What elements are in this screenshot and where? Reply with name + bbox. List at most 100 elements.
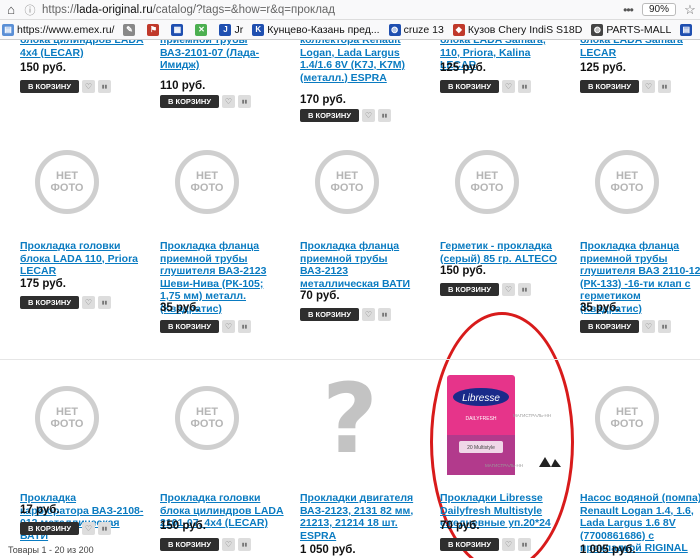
bookmark-star-icon[interactable]: ☆: [680, 2, 700, 18]
product-price: 150 руб.: [440, 265, 486, 277]
add-to-cart-button[interactable]: В КОРЗИНУ: [300, 308, 359, 321]
product-title-link[interactable]: блока LADA Samara LECAR: [580, 40, 700, 59]
add-to-cart-button[interactable]: В КОРЗИНУ: [20, 80, 79, 93]
product-actions: В КОРЗИНУ ♡ ▮▮: [440, 283, 531, 296]
product-price: 170 руб.: [300, 94, 346, 106]
product-card: НЕТ ФОТО Прокладка фланца приемной трубы г…: [140, 120, 275, 359]
add-to-cart-button[interactable]: В КОРЗИНУ: [440, 80, 499, 93]
no-photo-text: НЕТ: [196, 406, 218, 418]
add-to-cart-button[interactable]: В КОРЗИНУ: [160, 320, 219, 333]
add-to-cart-button[interactable]: В КОРЗИНУ: [580, 320, 639, 333]
compare-bars-icon[interactable]: ▮▮: [518, 538, 531, 551]
home-icon[interactable]: ⌂: [0, 1, 22, 19]
compare-bars-icon[interactable]: ▮▮: [238, 95, 251, 108]
favorite-heart-icon[interactable]: ♡: [222, 538, 235, 551]
add-to-cart-button[interactable]: В КОРЗИНУ: [20, 522, 79, 535]
compare-bars-icon[interactable]: ▮▮: [518, 80, 531, 93]
favorite-heart-icon[interactable]: ♡: [362, 308, 375, 321]
bookmark-item[interactable]: ▤: [678, 20, 695, 39]
product-title-link[interactable]: коллектора Renault Logan, Lada Largus 1.…: [300, 40, 425, 84]
info-icon[interactable]: ⓘ: [22, 2, 38, 18]
no-photo-placeholder[interactable]: НЕТ ФОТО: [175, 386, 239, 450]
compare-bars-icon[interactable]: ▮▮: [98, 522, 111, 535]
add-to-cart-button[interactable]: В КОРЗИНУ: [160, 538, 219, 551]
bookmark-item[interactable]: ▤ https://www.emex.ru/: [0, 20, 114, 39]
favorite-heart-icon[interactable]: ♡: [222, 95, 235, 108]
product-price: 17 руб.: [20, 504, 60, 516]
favorite-heart-icon[interactable]: ♡: [642, 320, 655, 333]
no-photo-placeholder[interactable]: НЕТ ФОТО: [175, 150, 239, 214]
compare-bars-icon[interactable]: ▮▮: [238, 538, 251, 551]
add-to-cart-button[interactable]: В КОРЗИНУ: [440, 538, 499, 551]
compare-bars-icon[interactable]: ▮▮: [518, 283, 531, 296]
product-price: 1 050 руб.: [300, 544, 356, 556]
no-photo-text: НЕТ: [56, 170, 78, 182]
favorite-heart-icon[interactable]: ♡: [502, 80, 515, 93]
product-price: 125 руб.: [440, 62, 486, 74]
product-title-link[interactable]: Герметик - прокладка (серый) 85 гр. ALTE…: [440, 240, 565, 265]
question-mark-icon[interactable]: ?: [305, 371, 395, 467]
bookmark-item[interactable]: K Кунцево-Казань пред...: [250, 20, 380, 39]
no-photo-placeholder[interactable]: НЕТ ФОТО: [35, 150, 99, 214]
favorite-heart-icon[interactable]: ♡: [502, 538, 515, 551]
product-price: 125 руб.: [580, 62, 626, 74]
favorite-heart-icon[interactable]: ♡: [82, 522, 95, 535]
page-actions-icon[interactable]: •••: [618, 3, 638, 17]
compare-bars-icon[interactable]: ▮▮: [658, 80, 671, 93]
compare-bars-icon[interactable]: ▮▮: [98, 80, 111, 93]
product-price: 1 005 руб.: [580, 544, 636, 556]
product-title-link[interactable]: Прокладки двигателя ВАЗ-2123, 2131 82 мм…: [300, 492, 425, 542]
url-field[interactable]: https://lada-original.ru/catalog/?tags=&…: [38, 4, 618, 16]
add-to-cart-button[interactable]: В КОРЗИНУ: [160, 95, 219, 108]
add-to-cart-button[interactable]: В КОРЗИНУ: [440, 283, 499, 296]
product-title-link[interactable]: блока цилиндров LADA 4x4 (LECAR): [20, 40, 145, 59]
bookmark-item[interactable]: ◍ cruze 13: [387, 20, 444, 39]
add-to-cart-button[interactable]: В КОРЗИНУ: [20, 296, 79, 309]
product-title-link[interactable]: Прокладка головки блока LADA 110, Priora…: [20, 240, 145, 278]
compare-bars-icon[interactable]: ▮▮: [658, 320, 671, 333]
no-photo-text: НЕТ: [476, 170, 498, 182]
bookmark-item[interactable]: ▦: [169, 20, 186, 39]
product-row: блока цилиндров LADA 4x4 (LECAR) 150 руб.…: [0, 40, 700, 122]
product-actions: В КОРЗИНУ ♡ ▮▮: [20, 522, 111, 535]
bookmark-item[interactable]: ✕: [193, 20, 210, 39]
bookmark-label: cruze 13: [403, 23, 444, 36]
no-photo-placeholder[interactable]: НЕТ ФОТО: [35, 386, 99, 450]
product-actions: В КОРЗИНУ ♡ ▮▮: [440, 80, 531, 93]
product-price: 175 руб.: [20, 278, 66, 290]
no-photo-text: ФОТО: [610, 182, 644, 194]
bookmark-item[interactable]: ◍ PARTS-MALL: [589, 20, 672, 39]
no-photo-placeholder[interactable]: НЕТ ФОТО: [595, 386, 659, 450]
no-photo-placeholder[interactable]: НЕТ ФОТО: [455, 150, 519, 214]
favorite-heart-icon[interactable]: ♡: [82, 80, 95, 93]
product-title-link[interactable]: Прокладка фланца приемной трубы ВАЗ-2123…: [300, 240, 425, 290]
product-photo-libresse[interactable]: Libresse DAILYFRESH 20 Multistyle МАГИСТРАЛ…: [445, 375, 580, 480]
favorite-heart-icon[interactable]: ♡: [502, 283, 515, 296]
product-price: 70 руб.: [300, 290, 340, 302]
no-photo-placeholder[interactable]: НЕТ ФОТО: [595, 150, 659, 214]
url-prefix: https://: [42, 3, 77, 16]
bookmark-label: Jr: [234, 23, 244, 36]
product-title-link[interactable]: приемной трубы ВАЗ-2101-07 (Лада-Имидж): [160, 40, 285, 72]
jr-icon: J: [219, 23, 232, 36]
compare-bars-icon[interactable]: ▮▮: [98, 296, 111, 309]
no-photo-text: НЕТ: [336, 170, 358, 182]
bookmark-item[interactable]: ◆ Кузов Chery IndiS S18D: [451, 20, 582, 39]
bookmark-item[interactable]: ✎: [121, 20, 138, 39]
zoom-indicator[interactable]: 90%: [641, 3, 676, 16]
compare-bars-icon[interactable]: ▮▮: [238, 320, 251, 333]
compare-bars-icon[interactable]: ▮▮: [378, 308, 391, 321]
globe-icon: ◍: [388, 23, 401, 36]
no-photo-text: ФОТО: [190, 182, 224, 194]
favorite-heart-icon[interactable]: ♡: [82, 296, 95, 309]
bookmark-item[interactable]: J Jr: [217, 20, 244, 39]
product-actions: В КОРЗИНУ ♡ ▮▮: [160, 95, 251, 108]
favorite-heart-icon[interactable]: ♡: [222, 320, 235, 333]
bookmark-label: PARTS-MALL: [606, 23, 672, 36]
no-photo-placeholder[interactable]: НЕТ ФОТО: [315, 150, 379, 214]
add-to-cart-button[interactable]: В КОРЗИНУ: [580, 80, 639, 93]
product-actions: В КОРЗИНУ ♡ ▮▮: [20, 80, 111, 93]
flag-icon: ⚑: [147, 23, 160, 36]
bookmark-item[interactable]: ⚑: [145, 20, 162, 39]
favorite-heart-icon[interactable]: ♡: [642, 80, 655, 93]
